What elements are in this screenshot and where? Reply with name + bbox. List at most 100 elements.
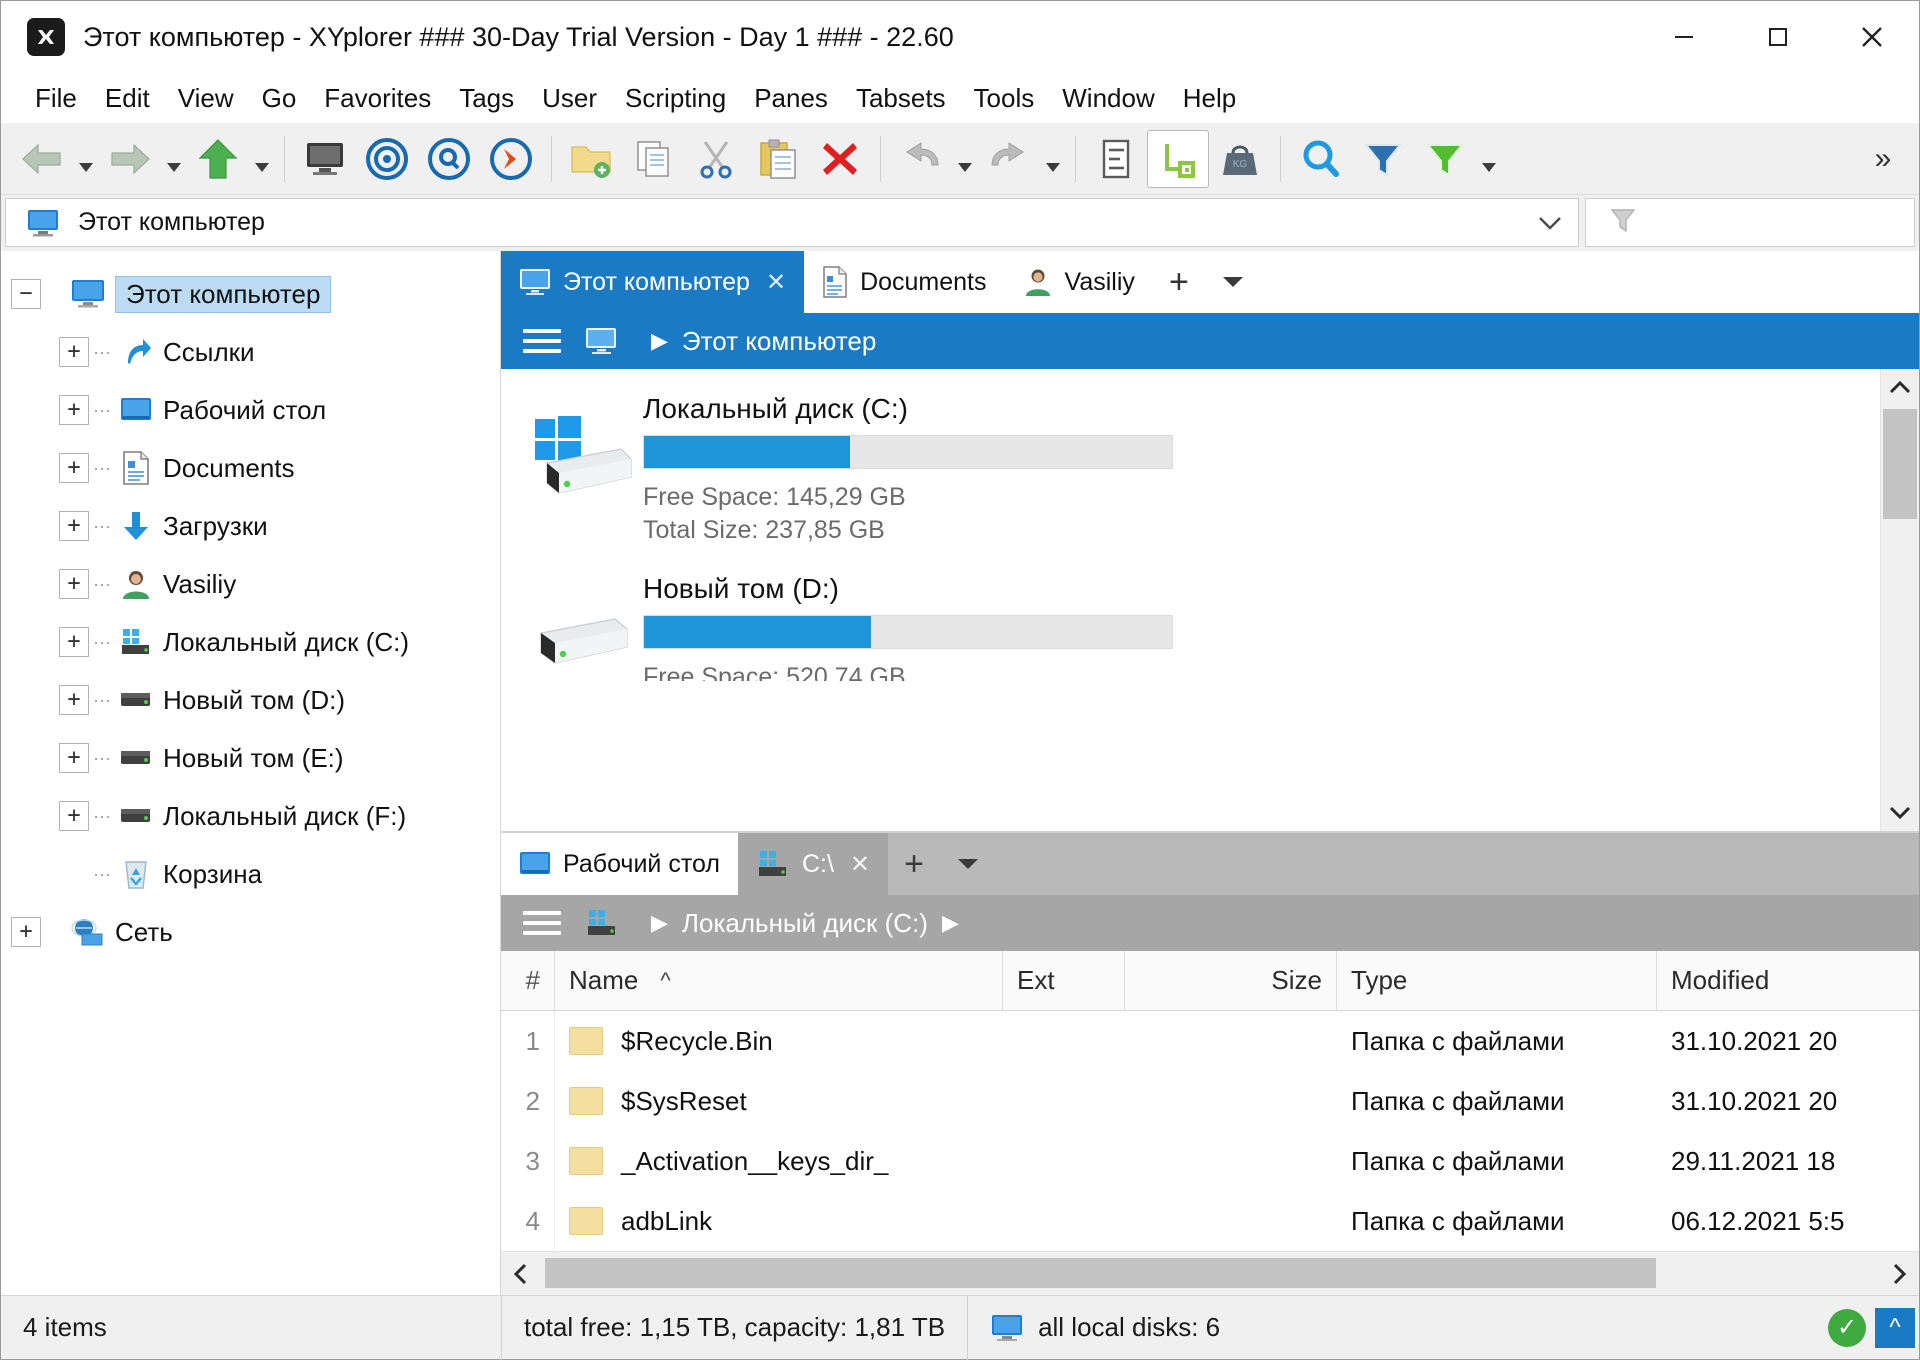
hamburger-icon[interactable]	[523, 329, 561, 353]
menu-file[interactable]: File	[21, 79, 91, 118]
forward-dropdown-caret-icon[interactable]	[161, 130, 187, 188]
back-arrow-icon[interactable]	[11, 130, 73, 188]
tree-item-recycle-bin[interactable]: ··· Корзина	[1, 845, 500, 903]
hamburger-icon[interactable]	[523, 911, 561, 935]
tree-expander-icon[interactable]: +	[59, 801, 89, 831]
tree-item-this-pc[interactable]: − Этот компьютер	[1, 265, 500, 323]
column-header-ext[interactable]: Ext	[1003, 950, 1125, 1011]
chevron-down-icon[interactable]	[1522, 214, 1578, 232]
menu-tools[interactable]: Tools	[960, 79, 1049, 118]
menu-user[interactable]: User	[528, 79, 611, 118]
chevron-down-icon[interactable]	[940, 833, 996, 895]
table-row[interactable]: 2 $SysReset Папка с файлами 31.10.2021 2…	[501, 1071, 1919, 1131]
paste-icon[interactable]	[747, 130, 809, 188]
tree-item-drive-e[interactable]: + ··· Новый том (E:)	[1, 729, 500, 787]
address-filter-box[interactable]	[1585, 198, 1915, 247]
tree-item-drive-d[interactable]: + ··· Новый том (D:)	[1, 671, 500, 729]
scrollbar-thumb[interactable]	[1883, 409, 1917, 519]
tree-expander-icon[interactable]: +	[59, 395, 89, 425]
tree-expander-icon[interactable]: +	[59, 743, 89, 773]
up-dropdown-caret-icon[interactable]	[249, 130, 275, 188]
scrollbar-track[interactable]	[1881, 407, 1919, 793]
undo-dropdown-caret-icon[interactable]	[952, 130, 978, 188]
breadcrumb-path[interactable]: Этот компьютер	[682, 326, 876, 357]
drive-entry-d[interactable]: Новый том (D:) Free Space: 520,74 GB	[501, 557, 1880, 691]
tree-expander-icon[interactable]: +	[59, 453, 89, 483]
tree-item-vasiliy[interactable]: + ··· Vasiliy	[1, 555, 500, 613]
back-dropdown-caret-icon[interactable]	[73, 130, 99, 188]
status-up-badge[interactable]: ^	[1871, 1307, 1919, 1348]
menu-favorites[interactable]: Favorites	[310, 79, 445, 118]
search-icon[interactable]	[1290, 130, 1352, 188]
close-button[interactable]	[1825, 1, 1919, 73]
undo-icon[interactable]	[890, 130, 952, 188]
find-target-icon[interactable]	[418, 130, 480, 188]
tree-expander-icon[interactable]: +	[59, 337, 89, 367]
go-forward-circle-icon[interactable]	[480, 130, 542, 188]
status-ok-badge[interactable]: ✓	[1823, 1308, 1871, 1347]
table-row[interactable]: 4 adbLink Папка с файлами 06.12.2021 5:5	[501, 1191, 1919, 1251]
scroll-up-icon[interactable]	[1881, 369, 1919, 407]
file-list-horizontal-scrollbar[interactable]	[501, 1251, 1919, 1295]
filter-blue-icon[interactable]	[1352, 130, 1414, 188]
scroll-right-icon[interactable]	[1879, 1252, 1919, 1296]
filter-dropdown-caret-icon[interactable]	[1476, 130, 1502, 188]
tree-expander-icon[interactable]: +	[11, 917, 41, 947]
cut-scissors-icon[interactable]	[685, 130, 747, 188]
redo-dropdown-caret-icon[interactable]	[1040, 130, 1066, 188]
tree-expander-icon[interactable]: +	[59, 569, 89, 599]
tree-item-desktop[interactable]: + ··· Рабочий стол	[1, 381, 500, 439]
toolbar-overflow-button[interactable]: »	[1863, 130, 1903, 188]
tab-desktop[interactable]: Рабочий стол	[501, 833, 738, 895]
monitor-icon[interactable]	[585, 327, 619, 355]
tree-expander-icon[interactable]: +	[59, 685, 89, 715]
breadcrumb-path[interactable]: Локальный диск (C:)	[682, 908, 928, 939]
column-header-type[interactable]: Type	[1337, 950, 1657, 1011]
address-bar[interactable]: Этот компьютер	[5, 198, 1579, 247]
row-name[interactable]: adbLink	[555, 1191, 1003, 1251]
tree-item-network[interactable]: + Сеть	[1, 903, 500, 961]
menu-tabsets[interactable]: Tabsets	[842, 79, 960, 118]
menu-go[interactable]: Go	[248, 79, 311, 118]
drive-entry-c[interactable]: Локальный диск (C:) Free Space: 145,29 G…	[501, 387, 1880, 557]
add-tab-button[interactable]: +	[1152, 251, 1205, 313]
column-header-size[interactable]: Size	[1125, 950, 1337, 1011]
menu-window[interactable]: Window	[1048, 79, 1168, 118]
scroll-left-icon[interactable]	[501, 1252, 541, 1296]
tree-item-downloads[interactable]: + ··· Загрузки	[1, 497, 500, 555]
tree-expander-icon[interactable]: +	[59, 511, 89, 541]
redo-icon[interactable]	[978, 130, 1040, 188]
column-header-name[interactable]: Name ^	[555, 950, 1003, 1011]
row-name[interactable]: $SysReset	[555, 1071, 1003, 1131]
tree-item-links[interactable]: + ··· Ссылки	[1, 323, 500, 381]
close-icon[interactable]: ✕	[850, 850, 870, 879]
target-icon[interactable]	[356, 130, 418, 188]
minimize-button[interactable]	[1637, 1, 1731, 73]
up-arrow-icon[interactable]	[187, 130, 249, 188]
menu-view[interactable]: View	[164, 79, 248, 118]
menu-help[interactable]: Help	[1169, 79, 1250, 118]
system-drive-icon[interactable]	[585, 908, 619, 938]
tab-this-pc[interactable]: Этот компьютер ✕	[501, 251, 805, 313]
scrollbar-track[interactable]	[541, 1252, 1879, 1296]
tree-item-documents[interactable]: + ··· Documents	[1, 439, 500, 497]
scrollbar-thumb[interactable]	[545, 1257, 1656, 1288]
branch-view-icon[interactable]	[1147, 129, 1209, 188]
column-header-number[interactable]: #	[501, 950, 555, 1011]
menu-panes[interactable]: Panes	[740, 79, 842, 118]
filter-green-icon[interactable]	[1414, 130, 1476, 188]
scroll-down-icon[interactable]	[1881, 793, 1919, 831]
tab-vasiliy[interactable]: Vasiliy	[1004, 251, 1153, 313]
tree-expander-icon[interactable]: +	[59, 627, 89, 657]
tab-documents[interactable]: Documents	[804, 251, 1005, 313]
tree-expander-icon[interactable]: −	[11, 279, 41, 309]
menu-scripting[interactable]: Scripting	[611, 79, 740, 118]
tree-item-drive-c[interactable]: + ··· Локальный диск (C:)	[1, 613, 500, 671]
row-name[interactable]: $Recycle.Bin	[555, 1011, 1003, 1071]
bag-icon[interactable]: KG	[1209, 130, 1271, 188]
menu-tags[interactable]: Tags	[445, 79, 528, 118]
drives-vertical-scrollbar[interactable]	[1880, 369, 1919, 831]
breadcrumb-separator-trailing[interactable]: ▶	[942, 910, 959, 936]
forward-arrow-icon[interactable]	[99, 130, 161, 188]
report-icon[interactable]	[1085, 130, 1147, 188]
